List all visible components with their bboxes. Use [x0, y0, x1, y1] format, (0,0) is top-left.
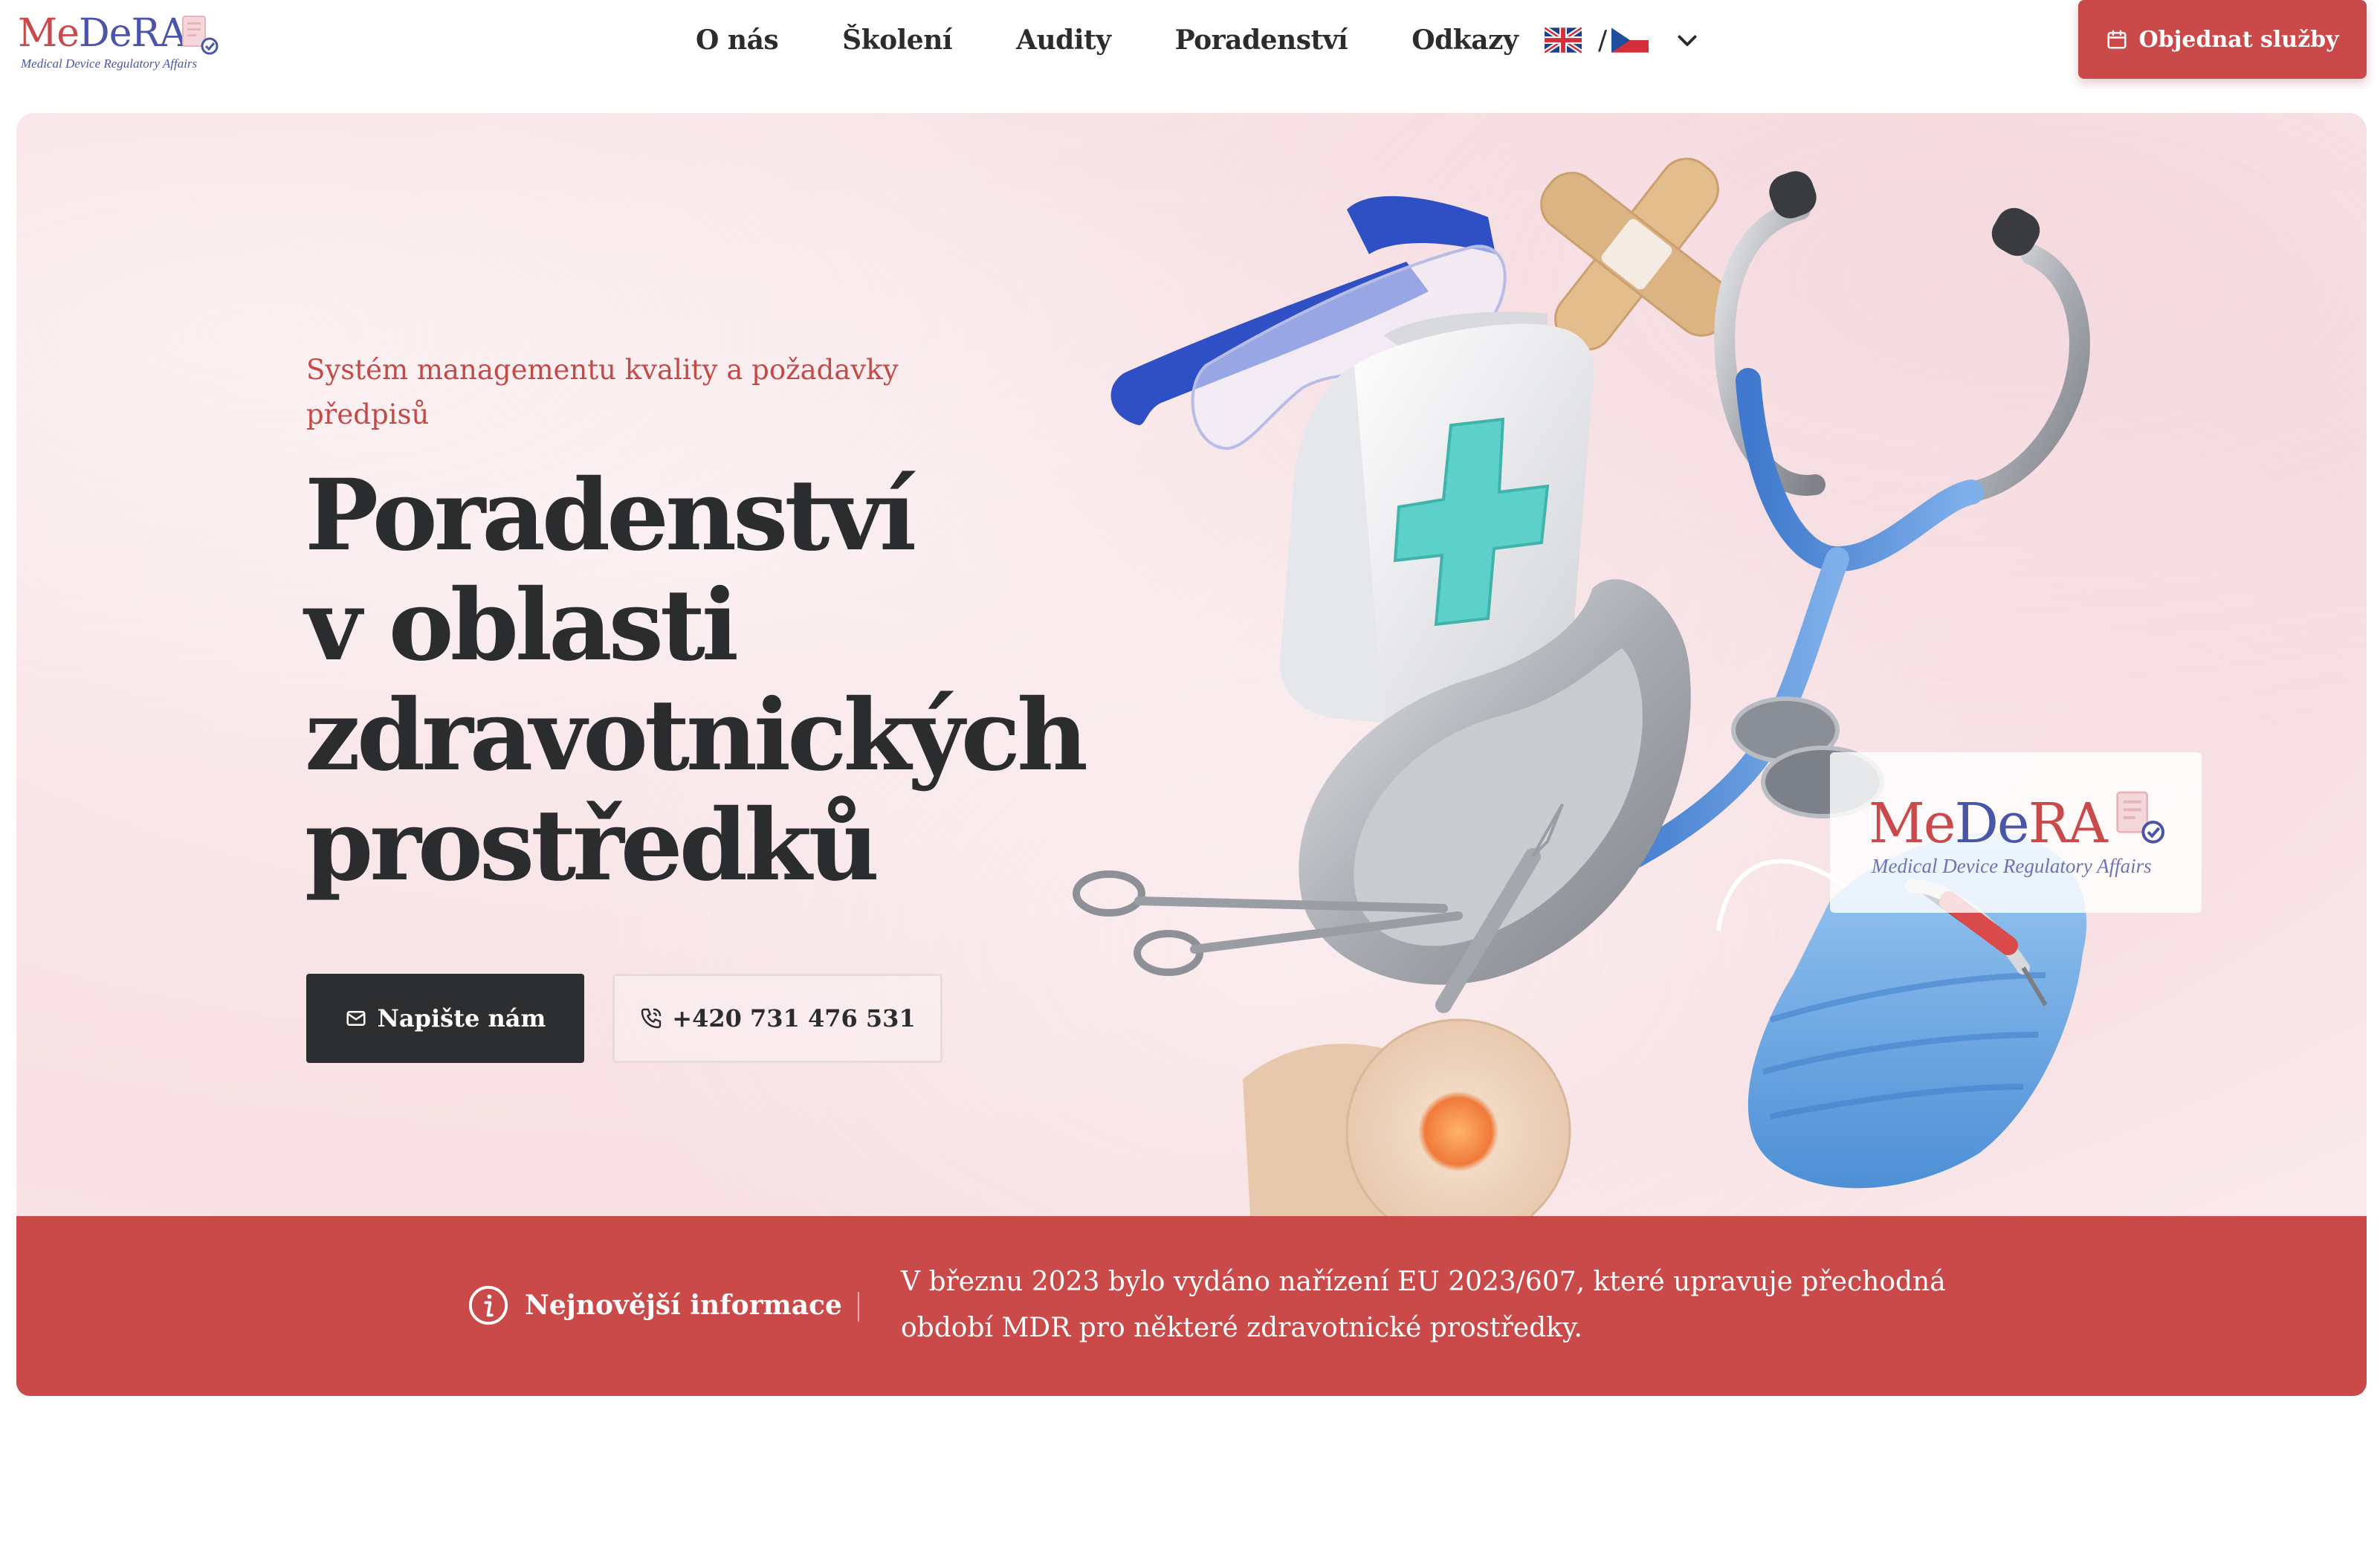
- language-separator: /: [1598, 25, 1608, 56]
- language-switcher[interactable]: /: [1545, 24, 1701, 56]
- hero-title-line: Poradenství: [305, 458, 916, 573]
- phone-button[interactable]: +420 731 476 531: [612, 974, 942, 1063]
- hero-section: Systém managementu kvality a požadavky p…: [16, 113, 2367, 1216]
- nav-item-audits[interactable]: Audity: [1016, 25, 1111, 56]
- document-check-icon: [182, 16, 219, 55]
- site-logo[interactable]: MeDeRA Medical Device Regulatory Affairs: [18, 10, 219, 74]
- hero-title: Poradenství v oblasti zdravotnických pro…: [305, 461, 1122, 901]
- chevron-down-icon[interactable]: [1674, 27, 1701, 54]
- hero-eyebrow: Systém managementu kvality a požadavky p…: [306, 354, 899, 430]
- news-label: Nejnovější informace: [467, 1282, 842, 1329]
- badge-wordmark: MeDeRA: [1869, 792, 2108, 856]
- info-icon: [468, 1285, 508, 1325]
- document-check-icon: [2116, 791, 2164, 844]
- site-header: MeDeRA Medical Device Regulatory Affairs…: [0, 0, 2380, 112]
- hero-title-line: zdravotnických: [305, 678, 1088, 793]
- calendar-icon: [2107, 30, 2127, 49]
- badge-tagline: Medical Device Regulatory Affairs: [1872, 855, 2152, 877]
- phone-icon: [641, 1008, 662, 1029]
- write-us-button[interactable]: Napište nám: [306, 974, 584, 1063]
- news-divider: [858, 1292, 859, 1322]
- uk-flag-icon[interactable]: [1545, 28, 1582, 53]
- nav-item-about[interactable]: O nás: [696, 25, 779, 56]
- phone-number: +420 731 476 531: [672, 1004, 916, 1032]
- latest-news-bar: Nejnovější informace V březnu 2023 bylo …: [16, 1216, 2367, 1396]
- bandage-roll-illustration: [1243, 1018, 1571, 1216]
- medical-equipment-illustration: [1073, 158, 2090, 1216]
- logo-wordmark: MeDeRA: [18, 11, 187, 56]
- nav-item-training[interactable]: Školení: [842, 25, 952, 56]
- nav-item-links[interactable]: Odkazy: [1411, 25, 1519, 56]
- mail-icon: [346, 1011, 366, 1026]
- nav-item-consulting[interactable]: Poradenství: [1175, 25, 1348, 56]
- news-text: V březnu 2023 bylo vydáno nařízení EU 20…: [901, 1267, 1946, 1343]
- hero-title-line: prostředků: [305, 788, 879, 903]
- news-label-text: Nejnovější informace: [525, 1290, 842, 1321]
- write-us-label: Napište nám: [377, 1004, 546, 1032]
- cz-flag-icon[interactable]: [1611, 28, 1649, 53]
- order-services-label: Objednat služby: [2138, 26, 2339, 53]
- main-nav: O nás Školení Audity Poradenství Odkazy: [696, 18, 1582, 62]
- hero-logo-badge: MeDeRA Medical Device Regulatory Affairs: [1830, 752, 2202, 913]
- order-services-button[interactable]: Objednat služby: [2078, 0, 2367, 79]
- logo-tagline: Medical Device Regulatory Affairs: [21, 56, 198, 71]
- hero-title-line: v oblasti: [305, 568, 739, 683]
